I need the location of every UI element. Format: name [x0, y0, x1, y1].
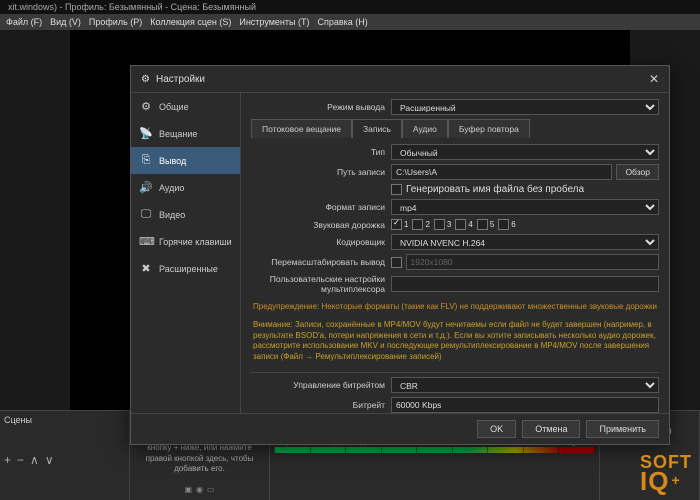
ok-button[interactable]: OK — [477, 420, 516, 438]
source-globe-icon: ◉ — [196, 485, 203, 494]
sidebar-label-video: Видео — [159, 210, 185, 220]
cancel-button[interactable]: Отмена — [522, 420, 580, 438]
rescale-input — [406, 254, 660, 270]
output-icon: ⎘ — [139, 154, 153, 167]
path-input[interactable] — [391, 164, 612, 180]
dialog-footer: OK Отмена Применить — [131, 413, 669, 444]
type-label: Тип — [251, 147, 391, 157]
settings-content: Режим вывода Расширенный Потоковое вещан… — [241, 93, 669, 413]
gen-filename-label: Генерировать имя файла без пробела — [406, 184, 584, 195]
apply-button[interactable]: Применить — [586, 420, 659, 438]
scene-remove-icon[interactable]: − — [17, 453, 24, 467]
type-select[interactable]: Обычный — [391, 144, 659, 160]
menu-scene-collection[interactable]: Коллекция сцен (S) — [150, 17, 231, 27]
sidebar-item-audio[interactable]: 🔊 Аудио — [131, 174, 240, 201]
scene-down-icon[interactable]: ∨ — [45, 453, 54, 467]
sidebar-label-general: Общие — [159, 102, 189, 112]
rc-select[interactable]: CBR — [391, 377, 659, 393]
path-label: Путь записи — [251, 167, 391, 177]
sidebar-item-advanced[interactable]: ✖ Расширенные — [131, 255, 240, 282]
dialog-title-text: Настройки — [156, 74, 205, 85]
format-warning: Предупреждение: Некоторые форматы (такие… — [251, 298, 659, 318]
tab-streaming[interactable]: Потоковое вещание — [251, 119, 352, 138]
sidebar-item-general[interactable]: ⚙ Общие — [131, 93, 240, 120]
tools-icon: ✖ — [139, 262, 153, 275]
menu-bar: Файл (F) Вид (V) Профиль (P) Коллекция с… — [0, 14, 700, 30]
monitor-icon: 🖵 — [139, 208, 153, 221]
menu-help[interactable]: Справка (H) — [317, 17, 367, 27]
sidebar-item-hotkeys[interactable]: ⌨ Горячие клавиши — [131, 228, 240, 255]
watermark: SOFT IQ + — [640, 455, 692, 492]
tab-recording[interactable]: Запись — [352, 119, 402, 138]
track-6-checkbox[interactable] — [498, 219, 509, 230]
menu-view[interactable]: Вид (V) — [50, 17, 81, 27]
gear-icon: ⚙ — [139, 100, 153, 113]
sidebar-label-hotkeys: Горячие клавиши — [159, 237, 232, 247]
rescale-checkbox[interactable] — [391, 257, 402, 268]
output-mode-select[interactable]: Расширенный — [391, 99, 659, 115]
watermark-l2: IQ — [640, 470, 669, 492]
tab-replay[interactable]: Буфер повтора — [448, 119, 530, 138]
mp4-warning: Внимание: Записи, сохранённые в MP4/MOV … — [251, 318, 659, 368]
bitrate-input[interactable] — [391, 397, 659, 413]
gen-filename-checkbox[interactable] — [391, 184, 402, 195]
mixer-meter-2[interactable] — [274, 447, 595, 453]
dialog-titlebar: ⚙ Настройки ✕ — [131, 66, 669, 93]
scenes-panel: Сцены + − ∧ ∨ — [0, 411, 130, 500]
keyboard-icon: ⌨ — [139, 235, 153, 248]
sidebar-item-output[interactable]: ⎘ Вывод — [131, 147, 240, 174]
settings-dialog: ⚙ Настройки ✕ ⚙ Общие 📡 Вещание ⎘ Вывод … — [130, 65, 670, 445]
track-3-checkbox[interactable] — [434, 219, 445, 230]
menu-file[interactable]: Файл (F) — [6, 17, 42, 27]
sidebar-item-video[interactable]: 🖵 Видео — [131, 201, 240, 228]
encoder-select[interactable]: NVIDIA NVENC H.264 — [391, 234, 659, 250]
speaker-icon: 🔊 — [139, 181, 153, 194]
track-1-checkbox[interactable] — [391, 219, 402, 230]
output-mode-label: Режим вывода — [251, 102, 391, 112]
mux-label: Пользовательские настройки мультиплексор… — [251, 274, 391, 294]
menu-profile[interactable]: Профиль (P) — [89, 17, 142, 27]
format-label: Формат записи — [251, 202, 391, 212]
sidebar-label-audio: Аудио — [159, 183, 184, 193]
settings-sidebar: ⚙ Общие 📡 Вещание ⎘ Вывод 🔊 Аудио 🖵 Виде… — [131, 93, 241, 413]
sidebar-label-output: Вывод — [159, 156, 186, 166]
source-picture-icon: ▭ — [207, 485, 215, 494]
tracks-group: 1 2 3 4 5 6 — [391, 219, 659, 230]
scenes-title: Сцены — [4, 415, 125, 425]
track-2-checkbox[interactable] — [412, 219, 423, 230]
antenna-icon: 📡 — [139, 127, 153, 140]
sidebar-label-stream: Вещание — [159, 129, 197, 139]
tracks-label: Звуковая дорожка — [251, 220, 391, 230]
window-titlebar: xit.windows) - Профиль: Безымянный - Сце… — [0, 0, 700, 14]
sidebar-item-stream[interactable]: 📡 Вещание — [131, 120, 240, 147]
format-select[interactable]: mp4 — [391, 199, 659, 215]
output-tabs: Потоковое вещание Запись Аудио Буфер пов… — [251, 119, 659, 138]
scene-add-icon[interactable]: + — [4, 453, 11, 467]
track-4-checkbox[interactable] — [455, 219, 466, 230]
track-5-checkbox[interactable] — [477, 219, 488, 230]
sidebar-label-advanced: Расширенные — [159, 264, 218, 274]
bitrate-label: Битрейт — [251, 400, 391, 410]
watermark-plus: + — [671, 475, 680, 487]
source-image-icon: ▣ — [184, 485, 192, 494]
encoder-label: Кодировщик — [251, 237, 391, 247]
rescale-label: Перемасштабировать вывод — [251, 257, 391, 267]
menu-tools[interactable]: Инструменты (T) — [239, 17, 309, 27]
close-icon[interactable]: ✕ — [649, 72, 659, 86]
gear-icon: ⚙ — [141, 74, 150, 85]
mux-input[interactable] — [391, 276, 659, 292]
scene-up-icon[interactable]: ∧ — [30, 453, 39, 467]
tab-audio[interactable]: Аудио — [402, 119, 448, 138]
browse-button[interactable]: Обзор — [616, 164, 659, 180]
rc-label: Управление битрейтом — [251, 380, 391, 390]
